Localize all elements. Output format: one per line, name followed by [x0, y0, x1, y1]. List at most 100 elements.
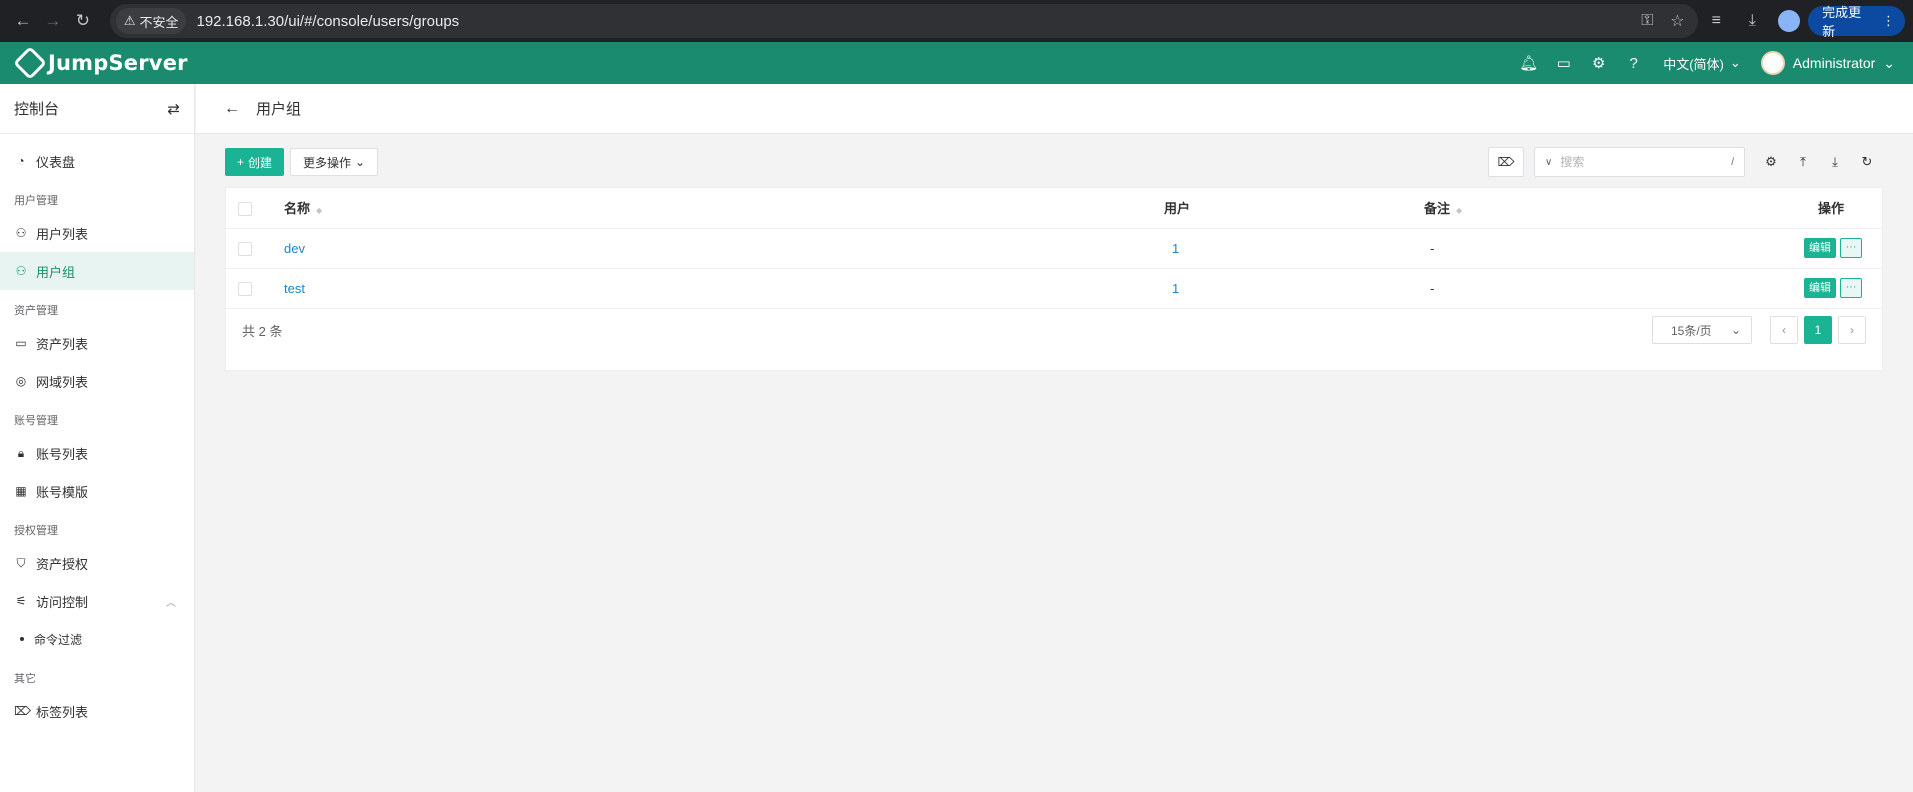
security-chip[interactable]: ⚠ 不安全: [115, 8, 187, 34]
column-name-label: 名称: [284, 201, 311, 217]
chevron-down-icon: ⌄: [355, 155, 366, 169]
name-cell: test: [284, 268, 1164, 309]
actions-cell: 编辑 ···: [1574, 228, 1882, 269]
edit-button[interactable]: 编辑: [1804, 278, 1836, 298]
back-arrow-icon[interactable]: ←: [8, 6, 38, 36]
switch-icon[interactable]: ⇄: [167, 100, 180, 118]
dashboard-icon: ◔: [17, 154, 25, 168]
sidebar-item-asset-permission[interactable]: ⛉ 资产授权: [0, 544, 194, 582]
access-control-icon: ⚟: [15, 594, 27, 608]
row-checkbox[interactable]: [238, 241, 252, 256]
search-shortcut: /: [1731, 156, 1734, 168]
sidebar-item-label: 仪表盘: [36, 154, 76, 170]
key-icon[interactable]: ⚿: [1632, 12, 1662, 30]
security-label: 不安全: [139, 14, 179, 30]
column-comment-label: 备注: [1424, 201, 1451, 217]
sidebar-item-domain-list[interactable]: ◎ 网域列表: [0, 362, 194, 400]
logo[interactable]: JumpServer: [13, 46, 188, 80]
refresh-icon[interactable]: ↻: [1851, 154, 1883, 170]
star-icon[interactable]: ☆: [1662, 11, 1692, 31]
language-label: 中文(简体): [1663, 56, 1724, 72]
sidebar-item-access-control[interactable]: ⚟ 访问控制 ︿: [0, 582, 194, 620]
reload-icon[interactable]: ↻: [68, 6, 98, 36]
sidebar-item-label-list[interactable]: ⌦ 标签列表: [0, 692, 194, 730]
more-button[interactable]: ···: [1840, 238, 1862, 258]
page-title: 用户组: [256, 101, 302, 118]
update-button[interactable]: 完成更新 ⋮: [1808, 5, 1906, 39]
row-checkbox[interactable]: [238, 281, 252, 296]
users-count-link[interactable]: 1: [1172, 281, 1179, 296]
column-name[interactable]: 名称 ◆: [284, 188, 1164, 229]
create-label: 创建: [248, 155, 273, 170]
media-queue-icon[interactable]: ≡: [1698, 12, 1734, 30]
sidebar-title: 控制台: [14, 101, 60, 118]
sidebar-subitem-command-filter[interactable]: 命令过滤: [0, 620, 194, 658]
settings-icon[interactable]: ⚙: [1755, 154, 1787, 170]
more-button[interactable]: ···: [1840, 278, 1862, 298]
column-actions-label: 操作: [1817, 201, 1844, 217]
users-cell: 1: [1164, 268, 1424, 309]
column-comment[interactable]: 备注 ◆: [1424, 188, 1575, 229]
sidebar-item-account-template[interactable]: ▦ 账号模版: [0, 472, 194, 510]
language-selector[interactable]: 中文(简体) ⌄: [1663, 54, 1741, 73]
create-button[interactable]: + 创建: [225, 148, 285, 176]
row-select-cell: [226, 268, 284, 309]
address-bar[interactable]: ⚠ 不安全 192.168.1.30/ui/#/console/users/gr…: [109, 4, 1699, 38]
tag-filter-button[interactable]: ⌦: [1488, 147, 1524, 177]
user-menu[interactable]: Administrator ⌄: [1760, 51, 1895, 75]
search-box[interactable]: ∨ /: [1534, 147, 1745, 177]
users-count-link[interactable]: 1: [1172, 241, 1179, 256]
page-number-button[interactable]: 1: [1804, 316, 1832, 344]
group-name-link[interactable]: test: [284, 281, 305, 296]
profile-avatar[interactable]: [1778, 10, 1801, 32]
warning-icon: ⚠: [123, 13, 136, 28]
sort-icon[interactable]: ◆: [1456, 206, 1462, 215]
total-count: 共 2 条: [242, 323, 283, 339]
sidebar-group-accounts: 账号管理: [14, 415, 58, 427]
search-input[interactable]: [1560, 155, 1724, 169]
sidebar-item-user-groups[interactable]: ⚇ 用户组: [0, 252, 194, 290]
prev-page-button[interactable]: ‹: [1770, 316, 1798, 344]
next-page-button[interactable]: ›: [1838, 316, 1866, 344]
column-actions: 操作: [1574, 188, 1882, 229]
sort-icon[interactable]: ◆: [316, 206, 322, 215]
location-icon: ◎: [15, 374, 27, 388]
select-all-cell: [226, 188, 284, 229]
sidebar-group-assets: 资产管理: [14, 305, 58, 317]
kebab-menu-icon: ⋮: [1882, 13, 1896, 28]
sidebar-item-label: 资产授权: [36, 556, 89, 572]
sidebar-item-label: 用户列表: [36, 226, 89, 242]
sidebar-item-asset-list[interactable]: ▭ 资产列表: [0, 324, 194, 362]
update-label: 完成更新: [1822, 5, 1862, 39]
back-arrow-icon[interactable]: ←: [224, 100, 240, 118]
page-size-select[interactable]: 15条/页 ⌄: [1652, 316, 1752, 344]
users-icon: ⚇: [15, 264, 27, 278]
sidebar-item-label: 用户组: [36, 264, 76, 280]
terminal-icon[interactable]: ▭: [1546, 54, 1581, 72]
user-group-table: 名称 ◆ 用户 备注 ◆ 操作 dev 1 - 编辑 ··· test 1 - …: [226, 188, 1882, 309]
lock-icon: 🔒︎: [17, 445, 25, 460]
help-icon[interactable]: ?: [1616, 55, 1651, 72]
chevron-right-icon: ›: [1850, 323, 1854, 337]
more-actions-button[interactable]: 更多操作 ⌄: [290, 148, 379, 176]
chevron-down-icon[interactable]: ∨: [1545, 157, 1552, 168]
edit-button[interactable]: 编辑: [1804, 238, 1836, 258]
avatar: [1760, 51, 1785, 75]
download-icon[interactable]: ⤓: [1819, 154, 1851, 170]
page-header: ← 用户组: [196, 84, 1913, 134]
sidebar-item-dashboard[interactable]: ◔ 仪表盘: [0, 142, 194, 180]
row-select-cell: [226, 228, 284, 269]
forward-arrow-icon[interactable]: →: [38, 6, 68, 36]
select-all-checkbox[interactable]: [238, 201, 252, 216]
sidebar-item-user-list[interactable]: ⚇ 用户列表: [0, 214, 194, 252]
sidebar-item-account-list[interactable]: 🔒︎ 账号列表: [0, 434, 194, 472]
users-cell: 1: [1164, 228, 1424, 269]
url-text[interactable]: 192.168.1.30/ui/#/console/users/groups: [196, 13, 1632, 30]
gear-icon[interactable]: ⚙: [1581, 54, 1616, 72]
group-name-link[interactable]: dev: [284, 241, 305, 256]
chevron-down-icon: ⌄: [1730, 323, 1741, 337]
download-icon[interactable]: ⤓: [1734, 12, 1770, 30]
upload-icon[interactable]: ⤒: [1787, 154, 1819, 170]
sidebar-item-label: 网域列表: [36, 374, 89, 390]
bell-icon[interactable]: 🔔︎: [1511, 54, 1546, 72]
